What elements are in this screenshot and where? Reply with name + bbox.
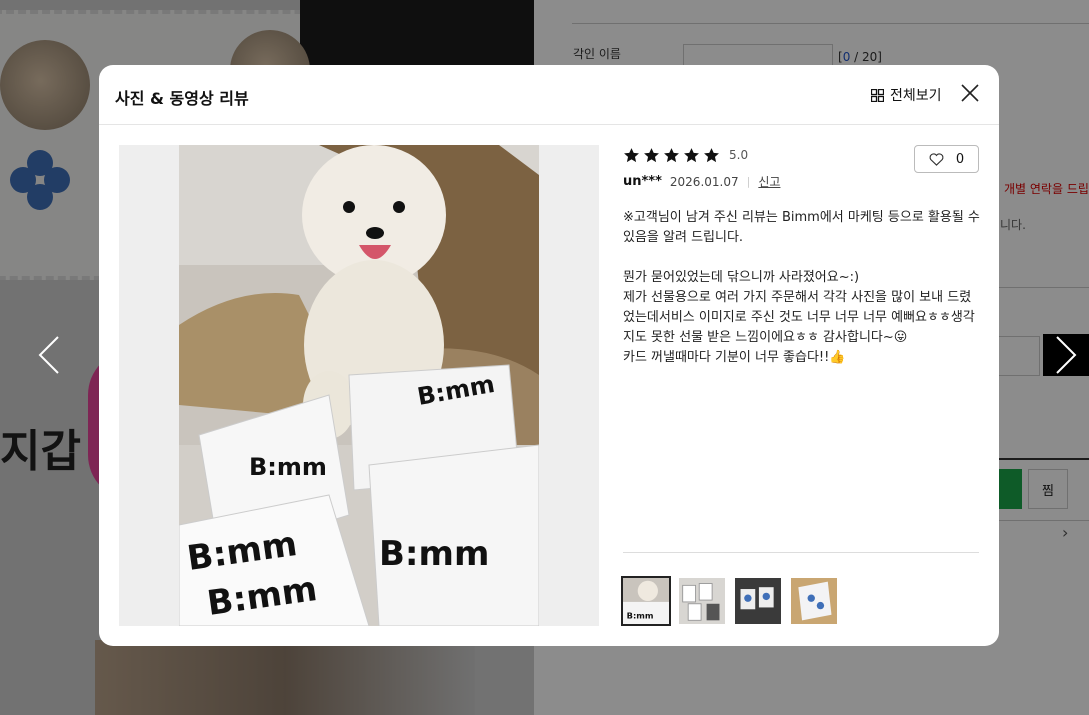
prev-review-button[interactable]: [26, 334, 72, 376]
review-date: 2026.01.07: [669, 174, 739, 189]
review-photo[interactable]: B:mm B:mm B:mm B:mm B:mm: [179, 145, 539, 626]
review-author: un***: [623, 174, 662, 189]
photo-review-modal: 사진 & 동영상 리뷰 전체보기 B:mm B:mm B:mm B:mm B:m…: [99, 65, 999, 646]
review-meta: un*** 2026.01.07 | 신고: [623, 173, 979, 190]
grid-icon: [871, 88, 884, 102]
star-icon: [704, 147, 719, 162]
chevron-right-icon: [1056, 336, 1077, 374]
star-icon: [644, 147, 659, 162]
thumb-cards-2[interactable]: [733, 576, 783, 626]
svg-text:B:mm: B:mm: [379, 534, 489, 574]
svg-text:B:mm: B:mm: [627, 610, 654, 620]
modal-title: 사진 & 동영상 리뷰: [115, 89, 249, 108]
star-icon: [664, 147, 679, 162]
star-icon: [684, 147, 699, 162]
review-content: 5.0 0 un*** 2026.01.07 | 신고 ※고객님이 남겨 주신 …: [623, 145, 980, 368]
like-button[interactable]: 0: [914, 145, 979, 173]
close-icon: [961, 84, 979, 102]
divider: [623, 552, 979, 553]
rating-score: 5.0: [729, 148, 749, 162]
thumbnail-strip: B:mm: [621, 576, 839, 626]
star-icon: [624, 147, 639, 162]
report-link[interactable]: 신고: [758, 173, 780, 190]
review-photo-frame: B:mm B:mm B:mm B:mm B:mm: [119, 145, 599, 626]
review-body: ※고객님이 남겨 주신 리뷰는 Bimm에서 마케팅 등으로 활용될 수 있음을…: [623, 210, 980, 365]
heart-icon: [929, 152, 944, 166]
svg-text:B:mm: B:mm: [249, 453, 327, 481]
thumb-dog-boxes[interactable]: B:mm: [621, 576, 671, 626]
next-review-button[interactable]: [1043, 334, 1089, 376]
thumb-cards-1[interactable]: [677, 576, 727, 626]
thumb-cards-3[interactable]: [789, 576, 839, 626]
modal-header: 사진 & 동영상 리뷰 전체보기: [99, 65, 999, 125]
close-button[interactable]: [961, 84, 981, 104]
separator: |: [746, 175, 751, 188]
view-all-button[interactable]: 전체보기: [871, 85, 942, 105]
chevron-left-icon: [38, 336, 59, 374]
view-all-label: 전체보기: [890, 88, 942, 104]
review-photo-illustration: B:mm B:mm B:mm B:mm B:mm: [179, 145, 539, 626]
like-count: 0: [955, 151, 965, 167]
